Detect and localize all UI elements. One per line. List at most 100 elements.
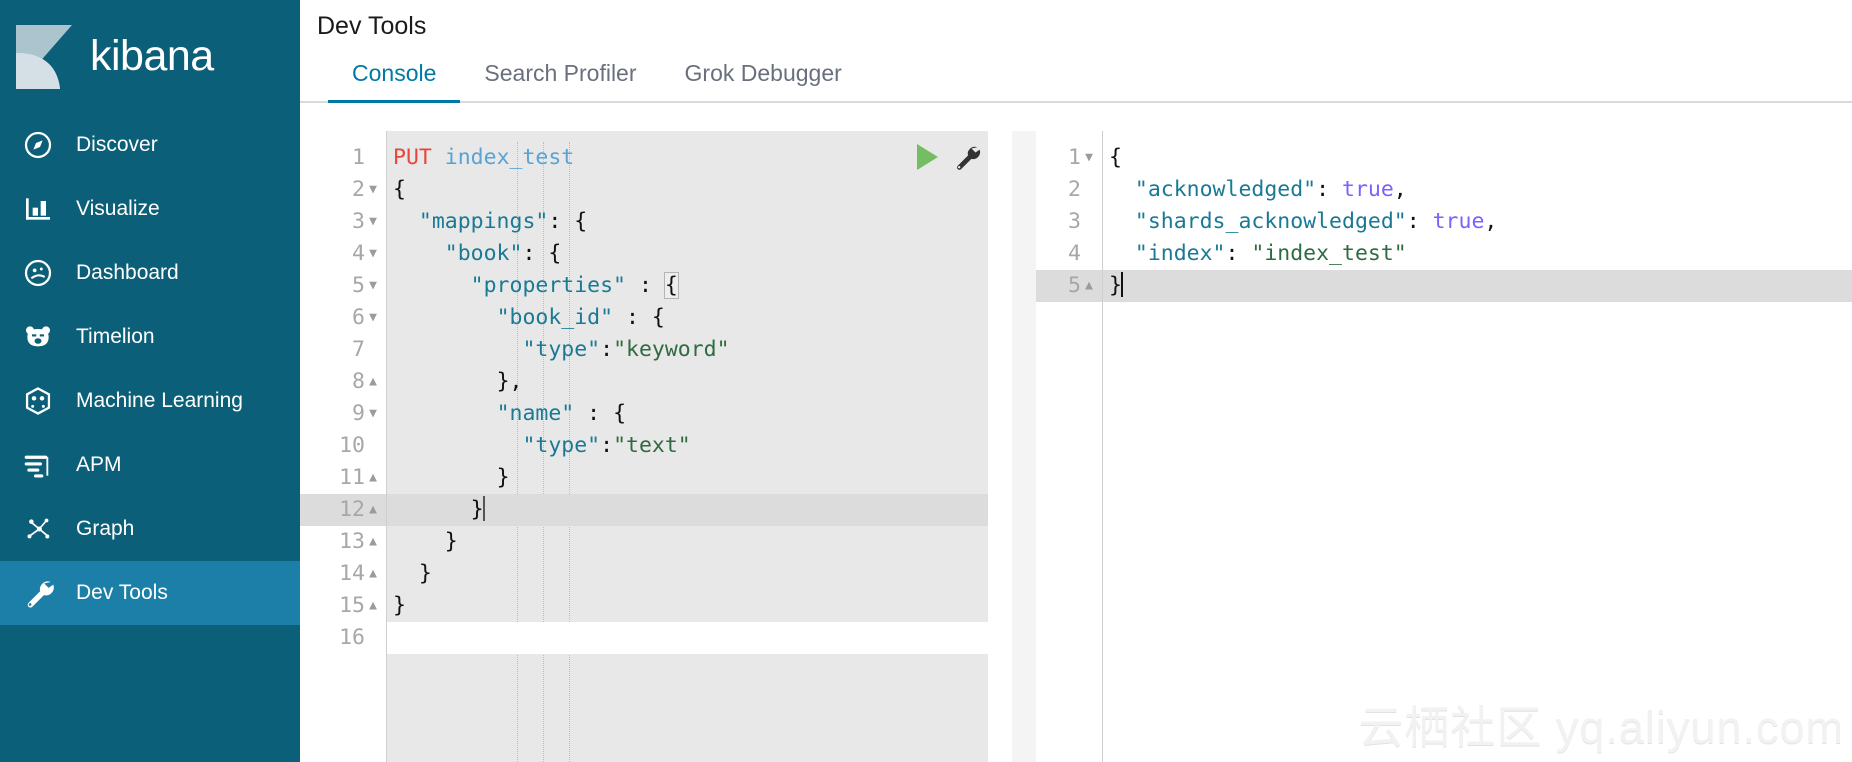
request-editor[interactable]: 1 2 ▼ 3 ▼ 4 ▼ 5 ▼ 6 ▼ 7 8 ▲ 9 ▼ 10 11 ▲ 12 ▲ 13 ▲ 14 ▲ 15 ▲ 16 PUT … (300, 131, 988, 762)
text-cursor (1120, 272, 1123, 297)
code-line[interactable]: "name" : { (387, 398, 988, 430)
token-punct: , (1484, 209, 1498, 234)
fold-up-icon[interactable]: ▲ (365, 526, 381, 558)
sidebar-item-timelion[interactable]: Timelion (0, 305, 300, 369)
code-line[interactable]: }, (387, 366, 988, 398)
fold-up-icon[interactable]: ▲ (365, 494, 381, 526)
play-request-button[interactable] (917, 144, 938, 170)
line-number[interactable]: 10 (300, 430, 386, 462)
response-gutter[interactable]: 1 ▼ 2 3 4 5 ▲ (1036, 131, 1102, 762)
response-editor[interactable]: 1 ▼ 2 3 4 5 ▲ { "acknowledged": true, "shards_… (1012, 131, 1852, 762)
token-method: PUT (393, 145, 432, 170)
token-brace: } (496, 369, 510, 394)
tab-search-profiler[interactable]: Search Profiler (460, 60, 660, 101)
request-code-area[interactable]: PUT index_test{ "mappings": { "book": { … (386, 131, 988, 762)
sidebar-item-apm[interactable]: APM (0, 433, 300, 497)
sidebar-item-discover[interactable]: Discover (0, 113, 300, 177)
code-line[interactable]: { (1103, 142, 1852, 174)
sidebar-item-machine-learning[interactable]: Machine Learning (0, 369, 300, 433)
fold-down-icon[interactable]: ▼ (365, 238, 381, 270)
pane-splitter[interactable] (988, 131, 1012, 762)
line-number[interactable]: 5 ▲ (1036, 270, 1102, 302)
code-line[interactable]: "book_id" : { (387, 302, 988, 334)
response-code-area[interactable]: { "acknowledged": true, "shards_acknowle… (1102, 131, 1852, 762)
code-line[interactable]: } (1103, 270, 1852, 302)
apm-lines-icon (22, 449, 66, 481)
line-number[interactable]: 4 (1036, 238, 1102, 270)
line-number[interactable]: 3 (1036, 206, 1102, 238)
wrench-settings-icon[interactable] (952, 142, 982, 172)
fold-up-icon[interactable]: ▲ (1081, 270, 1097, 302)
fold-down-icon[interactable]: ▼ (1081, 142, 1097, 174)
code-line[interactable] (387, 622, 988, 654)
code-line[interactable]: { (387, 174, 988, 206)
fold-down-icon[interactable]: ▼ (365, 398, 381, 430)
fold-down-icon[interactable]: ▼ (365, 206, 381, 238)
line-number[interactable]: 7 (300, 334, 386, 366)
code-line[interactable]: } (387, 526, 988, 558)
line-number[interactable]: 5 ▼ (300, 270, 386, 302)
request-editor-pane[interactable]: 1 2 ▼ 3 ▼ 4 ▼ 5 ▼ 6 ▼ 7 8 ▲ 9 ▼ 10 11 ▲ 12 ▲ 13 ▲ 14 ▲ 15 ▲ 16 PUT … (300, 131, 988, 762)
request-gutter[interactable]: 1 2 ▼ 3 ▼ 4 ▼ 5 ▼ 6 ▼ 7 8 ▲ 9 ▼ 10 11 ▲ 12 ▲ 13 ▲ 14 ▲ 15 ▲ 16 (300, 131, 386, 762)
sidebar-item-label: Machine Learning (76, 389, 243, 412)
code-line[interactable]: "type":"keyword" (387, 334, 988, 366)
line-number[interactable]: 2 ▼ (300, 174, 386, 206)
sidebar-item-graph[interactable]: Graph (0, 497, 300, 561)
fold-up-icon[interactable]: ▲ (365, 366, 381, 398)
line-number[interactable]: 1 ▼ (1036, 142, 1102, 174)
code-line[interactable]: "book": { (387, 238, 988, 270)
code-line[interactable]: } (387, 494, 988, 526)
code-line[interactable]: } (387, 558, 988, 590)
fold-down-icon[interactable]: ▼ (365, 302, 381, 334)
code-line[interactable]: } (387, 590, 988, 622)
tab-console[interactable]: Console (328, 60, 461, 103)
sidebar-item-visualize[interactable]: Visualize (0, 177, 300, 241)
fold-down-icon[interactable]: ▼ (365, 174, 381, 206)
line-number[interactable]: 1 (300, 142, 386, 174)
token-str: "keyword" (613, 337, 730, 362)
token-key: "book" (444, 241, 523, 266)
fold-up-icon[interactable]: ▲ (365, 462, 381, 494)
line-number[interactable]: 12 ▲ (300, 494, 386, 526)
line-number[interactable]: 15 ▲ (300, 590, 386, 622)
code-line[interactable]: PUT index_test (387, 142, 988, 174)
dev-tools-tabstrip: Console Search Profiler Grok Debugger (300, 41, 1852, 103)
line-number[interactable]: 6 ▼ (300, 302, 386, 334)
line-number[interactable]: 9 ▼ (300, 398, 386, 430)
code-line[interactable]: "shards_acknowledged": true, (1103, 206, 1852, 238)
console-panel: 1 2 ▼ 3 ▼ 4 ▼ 5 ▼ 6 ▼ 7 8 ▲ 9 ▼ 10 11 ▲ 12 ▲ 13 ▲ 14 ▲ 15 ▲ 16 PUT … (300, 131, 1852, 762)
code-line[interactable]: "type":"text" (387, 430, 988, 462)
line-number[interactable]: 8 ▲ (300, 366, 386, 398)
token-punct: : (600, 433, 614, 458)
fold-up-icon[interactable]: ▲ (365, 558, 381, 590)
fold-up-icon[interactable]: ▲ (365, 590, 381, 622)
line-number[interactable]: 4 ▼ (300, 238, 386, 270)
line-number[interactable]: 3 ▼ (300, 206, 386, 238)
token-brace: { (1109, 145, 1122, 170)
token-brace: } (444, 529, 458, 554)
code-line[interactable]: "index": "index_test" (1103, 238, 1852, 270)
response-editor-pane[interactable]: 1 ▼ 2 3 4 5 ▲ { "acknowledged": true, "shards_… (1012, 131, 1852, 762)
token-key: "type" (522, 337, 601, 362)
sidebar-item-dashboard[interactable]: Dashboard (0, 241, 300, 305)
line-number[interactable]: 11 ▲ (300, 462, 386, 494)
token-url: index_test (444, 145, 575, 170)
tab-grok-debugger[interactable]: Grok Debugger (661, 60, 866, 101)
fold-down-icon[interactable]: ▼ (365, 270, 381, 302)
line-number[interactable]: 13 ▲ (300, 526, 386, 558)
sidebar-item-dev-tools[interactable]: Dev Tools (0, 561, 300, 625)
code-line[interactable]: "acknowledged": true, (1103, 174, 1852, 206)
line-number[interactable]: 16 (300, 622, 386, 654)
line-number[interactable]: 14 ▲ (300, 558, 386, 590)
code-line[interactable]: "properties" : { (387, 270, 988, 302)
code-line[interactable]: } (387, 462, 988, 494)
line-number[interactable]: 2 (1036, 174, 1102, 206)
code-line[interactable]: "mappings": { (387, 206, 988, 238)
